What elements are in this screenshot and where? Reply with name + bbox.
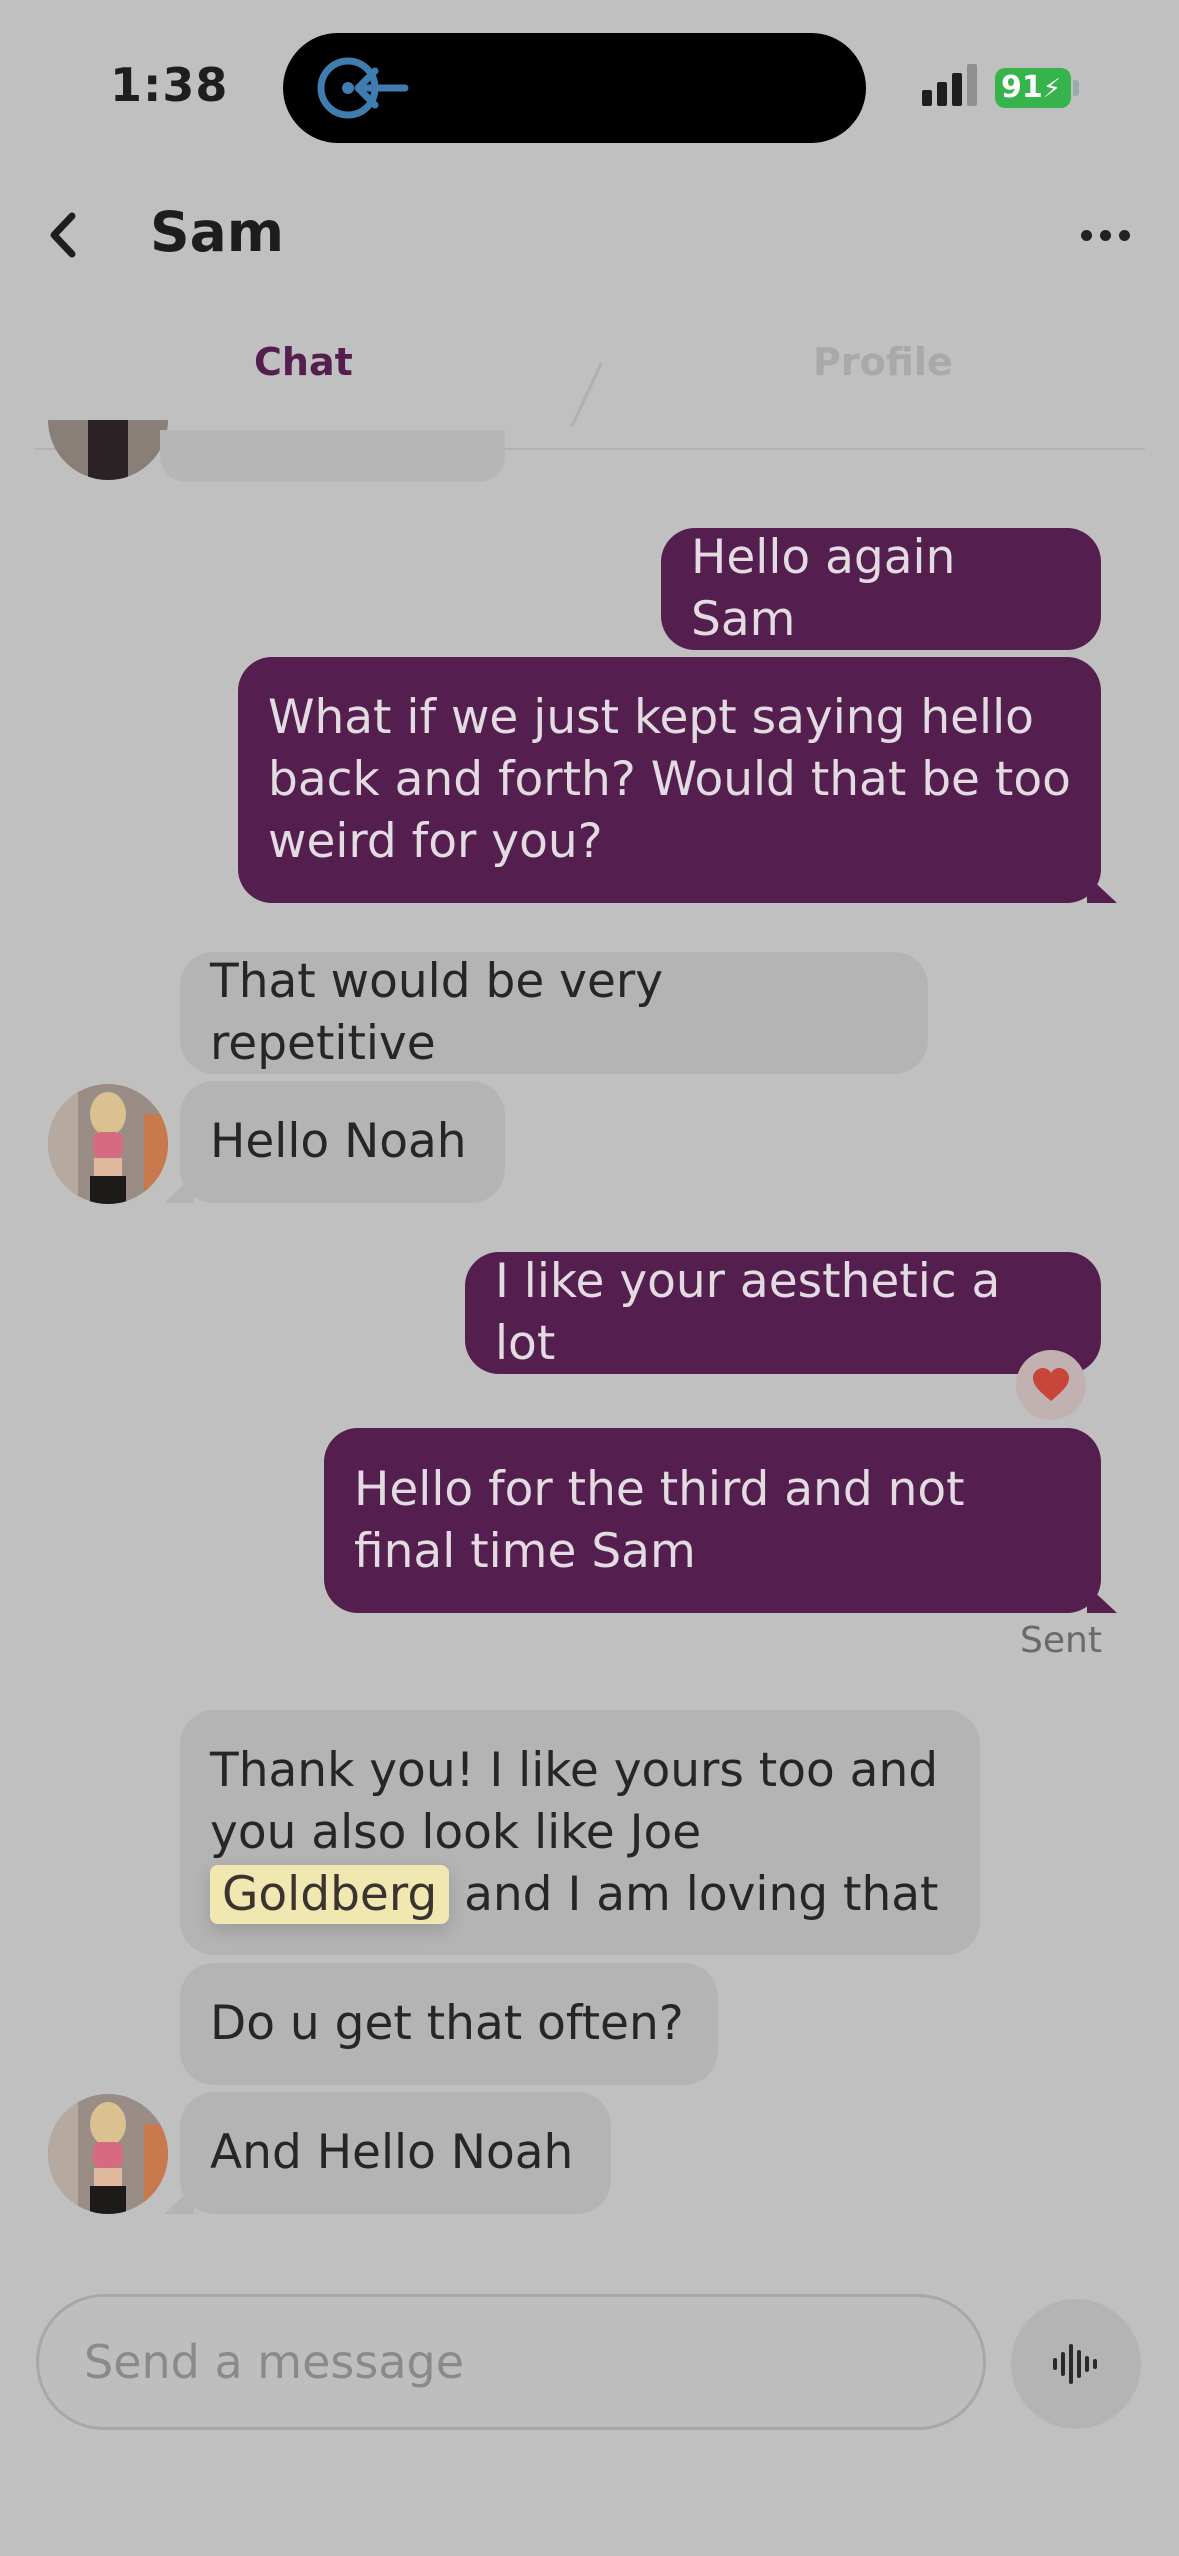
dynamic-island xyxy=(283,33,866,143)
conversation-title: Sam xyxy=(150,200,285,264)
message-bubble-outgoing[interactable]: What if we just kept saying hello back a… xyxy=(238,657,1117,903)
avatar[interactable] xyxy=(48,2094,168,2214)
battery-tip xyxy=(1073,80,1079,96)
back-button[interactable] xyxy=(40,205,85,265)
selected-word-highlight[interactable]: Goldberg xyxy=(210,1864,450,1924)
message-text: Do u get that often? xyxy=(210,1996,684,2051)
message-status: Sent xyxy=(1020,1620,1102,1661)
more-horizontal-icon xyxy=(1080,229,1092,241)
message-bubble-outgoing[interactable]: Hello for the third and not final time S… xyxy=(324,1428,1117,1613)
message-bubble-incoming[interactable]: Do u get that often? xyxy=(180,1963,718,2085)
message-bubble-incoming[interactable]: Thank you! I like yours too and you also… xyxy=(180,1710,980,1955)
chevron-left-icon xyxy=(50,212,75,258)
battery-indicator: 91⚡ xyxy=(995,68,1071,108)
voice-waveform-icon xyxy=(1053,2344,1097,2384)
message-text: Hello again Sam xyxy=(691,530,956,647)
message-text: What if we just kept saying hello back a… xyxy=(268,690,1071,869)
message-text: I like your aesthetic a lot xyxy=(495,1254,1001,1371)
back-arrow-circle-icon xyxy=(317,57,409,119)
message-text: That would be very repetitive xyxy=(210,954,664,1071)
message-bubble-outgoing[interactable]: I like your aesthetic a lot xyxy=(465,1252,1101,1374)
battery-level: 91 xyxy=(1001,70,1043,105)
profile-photo xyxy=(48,1084,168,1204)
message-bubble-partial[interactable] xyxy=(160,430,505,482)
message-bubble-outgoing[interactable]: Hello again Sam xyxy=(661,528,1101,650)
tab-divider xyxy=(570,362,603,428)
charging-bolt-icon: ⚡ xyxy=(1042,74,1062,104)
message-bubble-incoming[interactable]: That would be very repetitive xyxy=(180,952,928,1074)
message-input[interactable] xyxy=(39,2297,983,2427)
message-composer xyxy=(36,2294,986,2430)
reaction-badge[interactable] xyxy=(1016,1350,1086,1420)
avatar[interactable] xyxy=(48,1084,168,1204)
message-text: Hello Noah xyxy=(210,1114,467,1169)
message-text: Thank you! I like yours too and you also… xyxy=(210,1742,939,1924)
voice-message-button[interactable] xyxy=(1011,2299,1141,2429)
heart-icon xyxy=(1033,1368,1069,1401)
tab-profile[interactable]: Profile xyxy=(813,340,953,384)
avatar[interactable] xyxy=(48,420,168,480)
tab-chat[interactable]: Chat xyxy=(254,340,353,384)
status-time: 1:38 xyxy=(110,58,229,112)
profile-photo xyxy=(48,2094,168,2214)
cellular-signal-icon xyxy=(922,64,977,106)
message-text: Hello for the third and not final time S… xyxy=(354,1461,965,1579)
message-bubble-incoming[interactable]: Hello Noah xyxy=(164,1081,505,1203)
message-text: And Hello Noah xyxy=(210,2125,574,2180)
more-options-button[interactable] xyxy=(1070,205,1140,265)
message-bubble-incoming[interactable]: And Hello Noah xyxy=(164,2092,611,2214)
